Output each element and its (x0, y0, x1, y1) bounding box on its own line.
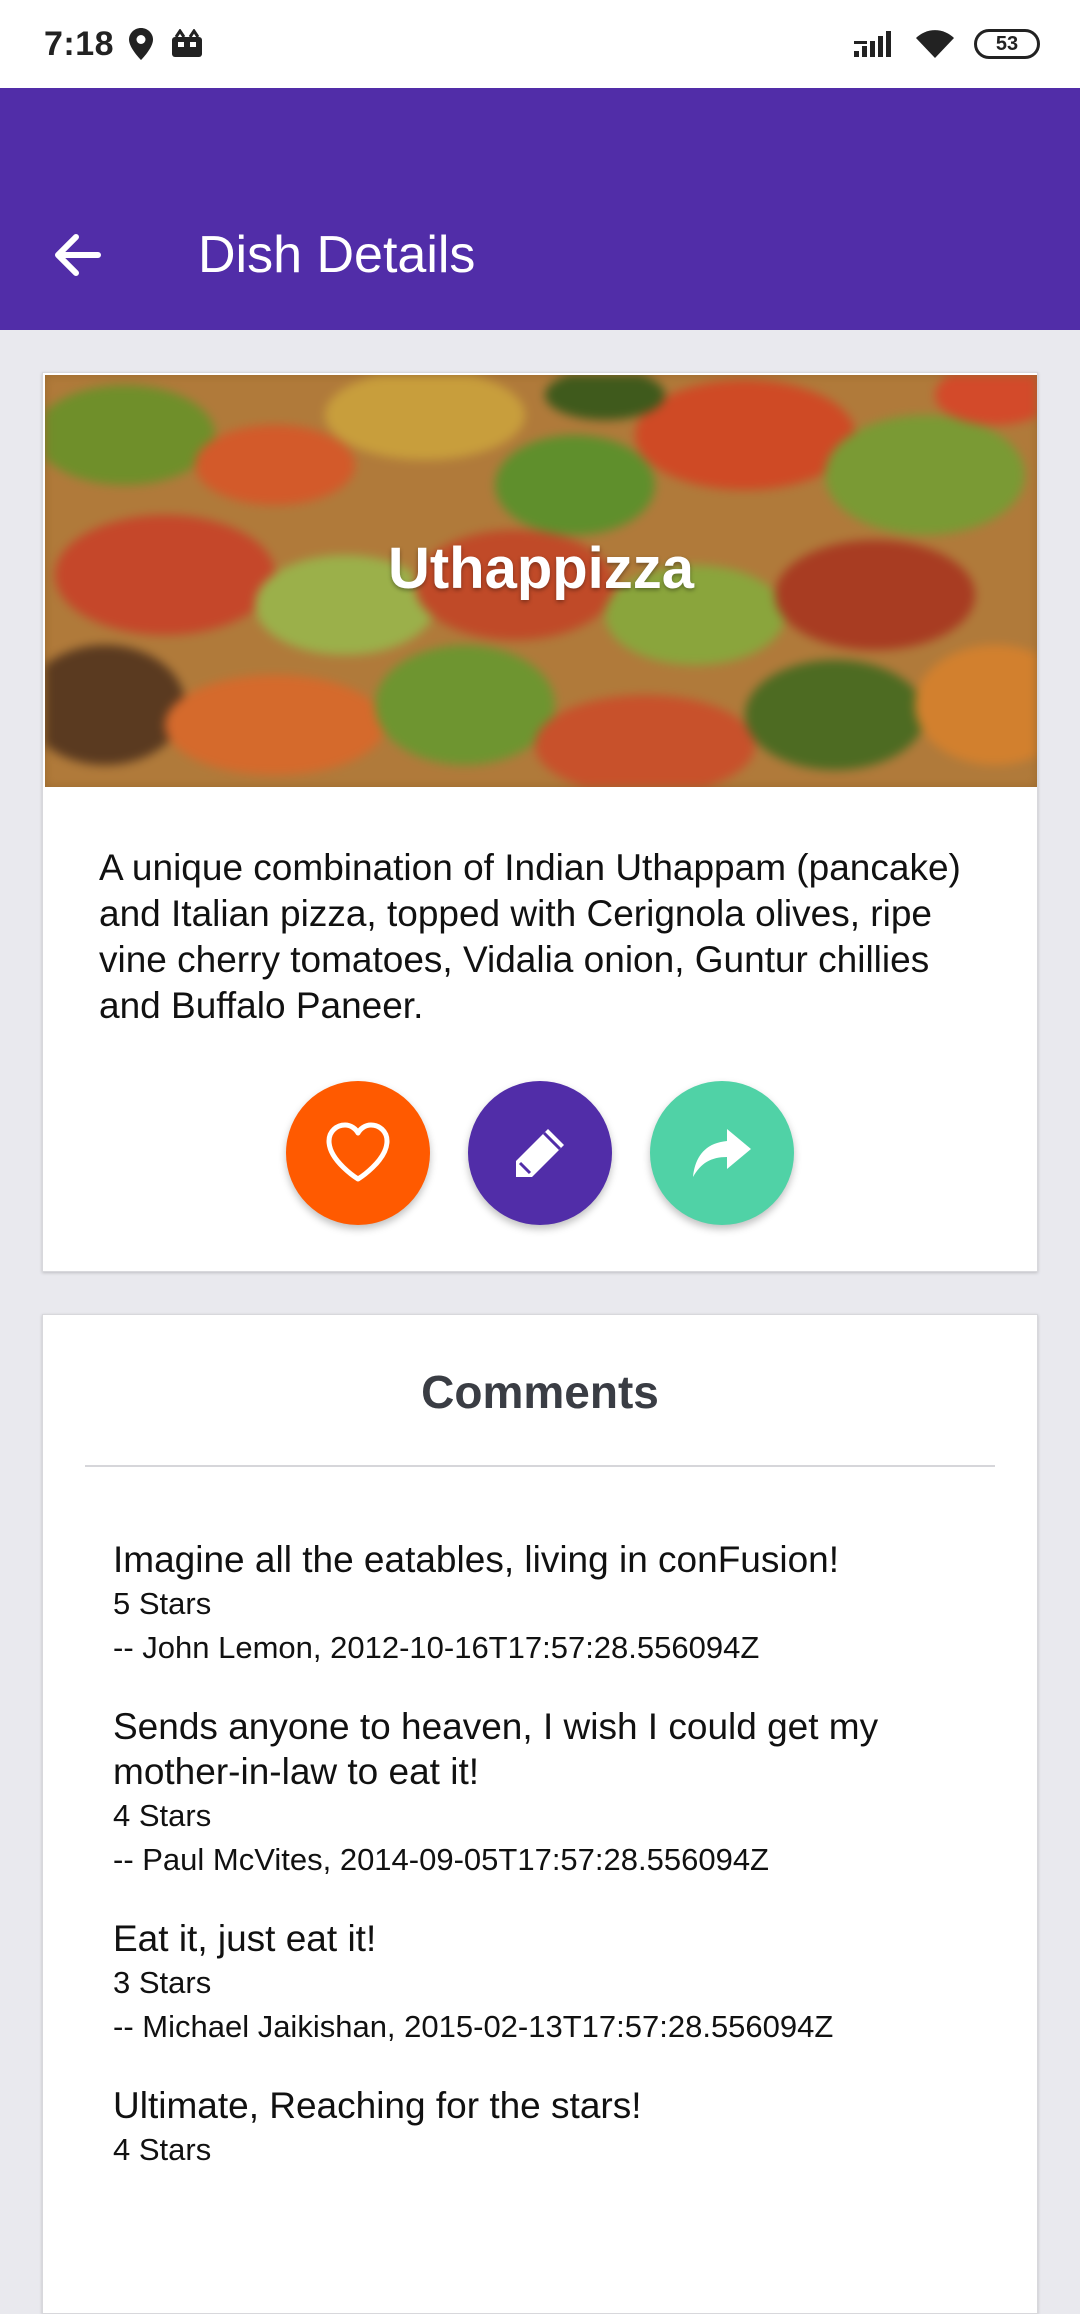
comment-text: Sends anyone to heaven, I wish I could g… (113, 1706, 879, 1792)
comment-item: Imagine all the eatables, living in conF… (113, 1537, 983, 1670)
app-notification-icon (172, 29, 203, 57)
add-comment-button[interactable] (468, 1081, 612, 1225)
comment-list: Imagine all the eatables, living in conF… (113, 1537, 983, 2206)
comment-text: Eat it, just eat it! (113, 1918, 377, 1959)
comments-card: Comments Imagine all the eatables, livin… (42, 1314, 1038, 2314)
share-icon (693, 1129, 751, 1177)
dish-description: A unique combination of Indian Uthappam … (99, 847, 961, 1026)
comment-text: Ultimate, Reaching for the stars! (113, 2085, 642, 2126)
dish-name: Uthappizza (387, 536, 695, 601)
heart-outline-icon (326, 1122, 390, 1182)
back-button[interactable] (40, 218, 114, 292)
comment-author: -- Paul McVites, 2014-09-05T17:57:28.556… (113, 1842, 769, 1877)
comment-item: Sends anyone to heaven, I wish I could g… (113, 1704, 983, 1882)
app-bar: Dish Details (0, 88, 1080, 330)
comment-rating: 4 Stars (113, 1798, 212, 1833)
location-pin-icon (129, 28, 154, 60)
comment-author: -- John Lemon, 2012-10-16T17:57:28.55609… (113, 1630, 760, 1665)
page-title: Dish Details (198, 226, 476, 284)
comments-divider (85, 1465, 995, 1467)
pencil-icon (516, 1129, 564, 1177)
comment-item: Eat it, just eat it! 3 Stars -- Michael … (113, 1916, 983, 2049)
comment-rating: 3 Stars (113, 1965, 212, 2000)
comment-author: -- Michael Jaikishan, 2015-02-13T17:57:2… (113, 2009, 834, 2044)
dish-actions (43, 1081, 1037, 1225)
comments-title: Comments (421, 1366, 659, 1418)
favorite-button[interactable] (286, 1081, 430, 1225)
comment-rating: 4 Stars (113, 2132, 212, 2167)
wifi-icon (916, 30, 954, 58)
battery-icon: 53 (974, 29, 1040, 59)
status-notification-icons (128, 27, 204, 61)
signal-icon (854, 31, 891, 57)
comment-item: Ultimate, Reaching for the stars! 4 Star… (113, 2083, 983, 2172)
arrow-back-icon (55, 234, 101, 276)
share-button[interactable] (650, 1081, 794, 1225)
dish-image: Uthappizza (45, 375, 1037, 787)
comment-rating: 5 Stars (113, 1586, 212, 1621)
status-time: 7:18 (44, 24, 115, 63)
comment-text: Imagine all the eatables, living in conF… (113, 1539, 840, 1580)
dish-card: Uthappizza A unique combination of India… (42, 372, 1038, 1272)
status-system-icons: 53 (854, 28, 1040, 60)
status-bar: 7:18 53 (0, 0, 1080, 88)
